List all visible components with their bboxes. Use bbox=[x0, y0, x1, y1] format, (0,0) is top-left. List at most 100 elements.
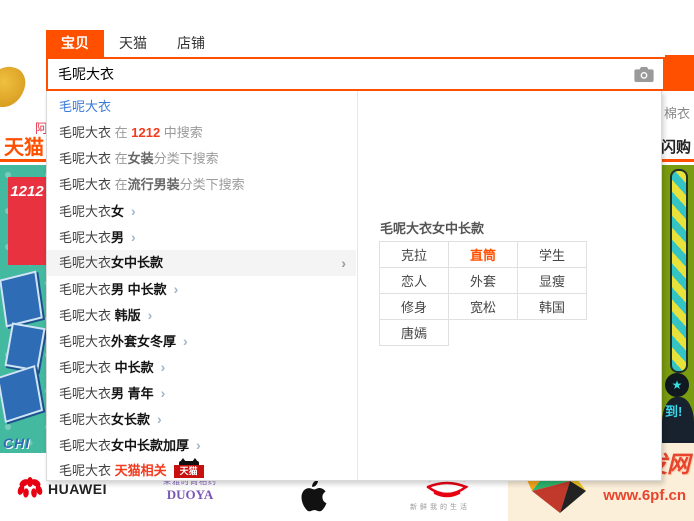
suggestion-text: 毛呢大衣 bbox=[59, 412, 111, 427]
chevron-right-icon: › bbox=[183, 333, 188, 349]
suggestion-row[interactable]: 毛呢大衣女中长款加厚 › bbox=[47, 432, 356, 458]
search-type-tabs: 宝贝天猫店铺 bbox=[46, 30, 220, 57]
nav-item-flash-sale[interactable]: 闪购 bbox=[661, 136, 691, 157]
search-tab-0[interactable]: 宝贝 bbox=[46, 30, 104, 57]
related-terms-grid: 克拉直筒学生恋人外套显瘦修身宽松韩国唐嫣 bbox=[380, 242, 593, 346]
chevron-right-icon: › bbox=[131, 229, 136, 245]
suggestion-row[interactable]: 毛呢大衣 韩版 › bbox=[47, 302, 356, 328]
tmall-badge-label: 天猫 bbox=[174, 465, 204, 478]
suggestion-text: 男 bbox=[111, 230, 124, 245]
promo-1212-badge: 1212 bbox=[8, 177, 46, 265]
related-term[interactable]: 直筒 bbox=[448, 241, 518, 268]
chevron-right-icon: › bbox=[196, 437, 201, 453]
search-suggest-dropdown: 毛呢大衣毛呢大衣 在 1212 中搜索毛呢大衣 在女装分类下搜索毛呢大衣 在流行… bbox=[46, 90, 662, 481]
chevron-right-icon: › bbox=[341, 250, 346, 276]
suggestion-text: 中长款 bbox=[115, 360, 154, 375]
suggestion-text: 流行男装 bbox=[128, 177, 180, 192]
related-term[interactable]: 外套 bbox=[448, 267, 518, 294]
suggestion-text: 男 青年 bbox=[111, 386, 154, 401]
suggestion-row[interactable]: 毛呢大衣男 青年 › bbox=[47, 380, 356, 406]
related-term[interactable]: 修身 bbox=[379, 293, 449, 320]
related-term[interactable]: 显瘦 bbox=[517, 267, 587, 294]
search-tab-2[interactable]: 店铺 bbox=[162, 30, 220, 57]
chevron-right-icon: › bbox=[157, 411, 162, 427]
suggestion-text: 毛呢大衣 bbox=[59, 177, 111, 192]
suggestion-text: 毛呢大衣 bbox=[59, 151, 111, 166]
watermark-url: www.6pf.cn bbox=[603, 487, 686, 504]
banner-caption: CHI bbox=[3, 435, 30, 451]
camera-icon[interactable] bbox=[634, 66, 654, 88]
related-term[interactable]: 恋人 bbox=[379, 267, 449, 294]
tmall-badge-icon: 天猫 bbox=[174, 461, 204, 478]
apple-logo-icon[interactable] bbox=[296, 478, 330, 519]
huawei-flower-icon bbox=[16, 475, 44, 506]
suggestion-text: 1212 bbox=[131, 125, 160, 140]
suggestion-text: 毛呢大衣 bbox=[59, 308, 115, 323]
suggestion-row[interactable]: 毛呢大衣 在流行男装分类下搜索 bbox=[47, 172, 356, 198]
suggestion-text: 毛呢大衣 bbox=[59, 438, 111, 453]
hot-search-word[interactable]: 棉衣 bbox=[664, 103, 690, 122]
suggestion-text: 毛呢大衣 bbox=[59, 282, 111, 297]
related-terms-title: 毛呢大衣女中长款 bbox=[380, 218, 484, 237]
banner-art-block bbox=[0, 365, 43, 423]
right-promo-banner[interactable]: ★ 到! bbox=[662, 165, 694, 453]
suggestion-text: 女装 bbox=[128, 151, 154, 166]
suggestion-text: 在 bbox=[111, 151, 128, 166]
banner-striped-pole bbox=[670, 169, 688, 373]
banner-caption: 到! bbox=[665, 401, 682, 420]
banner-art-block bbox=[0, 271, 43, 328]
chevron-right-icon: › bbox=[174, 281, 179, 297]
suggestion-text: 毛呢大衣 bbox=[59, 230, 111, 245]
related-term[interactable]: 学生 bbox=[517, 241, 587, 268]
suggestion-text: 在 bbox=[111, 177, 128, 192]
related-term[interactable]: 宽松 bbox=[448, 293, 518, 320]
suggestion-text: 毛呢大衣 bbox=[59, 386, 111, 401]
related-term[interactable]: 克拉 bbox=[379, 241, 449, 268]
suggestion-row[interactable]: 毛呢大衣男 › bbox=[47, 224, 356, 250]
partial-background-text: 阿 bbox=[35, 118, 46, 137]
suggestion-row[interactable]: 毛呢大衣男 中长款 › bbox=[47, 276, 356, 302]
search-button[interactable] bbox=[665, 55, 694, 91]
suggestion-text: 毛呢大衣 bbox=[59, 463, 115, 478]
suggestion-text: 毛呢大衣 bbox=[59, 99, 111, 114]
related-term[interactable]: 韩国 bbox=[517, 293, 587, 320]
suggestion-text: 毛呢大衣 bbox=[59, 125, 111, 140]
suggestion-row[interactable]: 毛呢大衣 天猫相关天猫 bbox=[47, 458, 356, 484]
suggestion-text: 天猫相关 bbox=[115, 463, 167, 478]
suggestion-row[interactable]: 毛呢大衣女› bbox=[47, 198, 356, 224]
related-term[interactable]: 唐嫣 bbox=[379, 319, 449, 346]
suggestion-text: 毛呢大衣 bbox=[59, 255, 111, 270]
related-terms-panel: 毛呢大衣女中长款 克拉直筒学生恋人外套显瘦修身宽松韩国唐嫣 bbox=[357, 91, 662, 480]
suggestion-text: 男 中长款 bbox=[111, 282, 167, 297]
suggestion-text: 分类下搜索 bbox=[154, 151, 219, 166]
chevron-right-icon: › bbox=[148, 307, 153, 323]
left-promo-banner[interactable]: 1212 CHI bbox=[0, 165, 46, 453]
chevron-right-icon: › bbox=[131, 203, 136, 219]
taobao-search-page: 天猫 阿 棉衣 闪购 1212 CHI ★ 到! HUAWEI bbox=[0, 0, 694, 521]
suggestion-text: 分类下搜索 bbox=[180, 177, 245, 192]
suggestion-row[interactable]: 毛呢大衣女长款 › bbox=[47, 406, 356, 432]
search-input[interactable] bbox=[48, 59, 638, 89]
chevron-right-icon: › bbox=[161, 359, 166, 375]
search-tab-1[interactable]: 天猫 bbox=[104, 30, 162, 57]
suggestion-text: 毛呢大衣 bbox=[59, 204, 111, 219]
suggestion-text: 女中长款加厚 bbox=[111, 438, 189, 453]
duoya-wordmark: DUOYA bbox=[155, 487, 225, 503]
suggestion-row[interactable]: 毛呢大衣 在 1212 中搜索 bbox=[47, 120, 356, 146]
suggestion-row[interactable]: 毛呢大衣 bbox=[47, 94, 356, 120]
suggestion-list: 毛呢大衣毛呢大衣 在 1212 中搜索毛呢大衣 在女装分类下搜索毛呢大衣 在流行… bbox=[47, 94, 356, 484]
suggestion-row[interactable]: 毛呢大衣女中长款 › bbox=[47, 250, 356, 276]
banner-art-block bbox=[4, 322, 45, 371]
suggestion-text: 女中长款 bbox=[111, 255, 163, 270]
suggestion-text: 女长款 bbox=[111, 412, 150, 427]
star-icon: ★ bbox=[665, 373, 689, 397]
suggestion-row[interactable]: 毛呢大衣外套女冬厚› bbox=[47, 328, 356, 354]
suggestion-text: 中搜索 bbox=[160, 125, 203, 140]
suggestion-text: 毛呢大衣 bbox=[59, 334, 111, 349]
chevron-right-icon: › bbox=[161, 385, 166, 401]
suggestion-text: 毛呢大衣 bbox=[59, 360, 115, 375]
suggestion-row[interactable]: 毛呢大衣 中长款 › bbox=[47, 354, 356, 380]
suggestion-text: 韩版 bbox=[115, 308, 141, 323]
suggestion-text: 在 bbox=[111, 125, 131, 140]
suggestion-row[interactable]: 毛呢大衣 在女装分类下搜索 bbox=[47, 146, 356, 172]
